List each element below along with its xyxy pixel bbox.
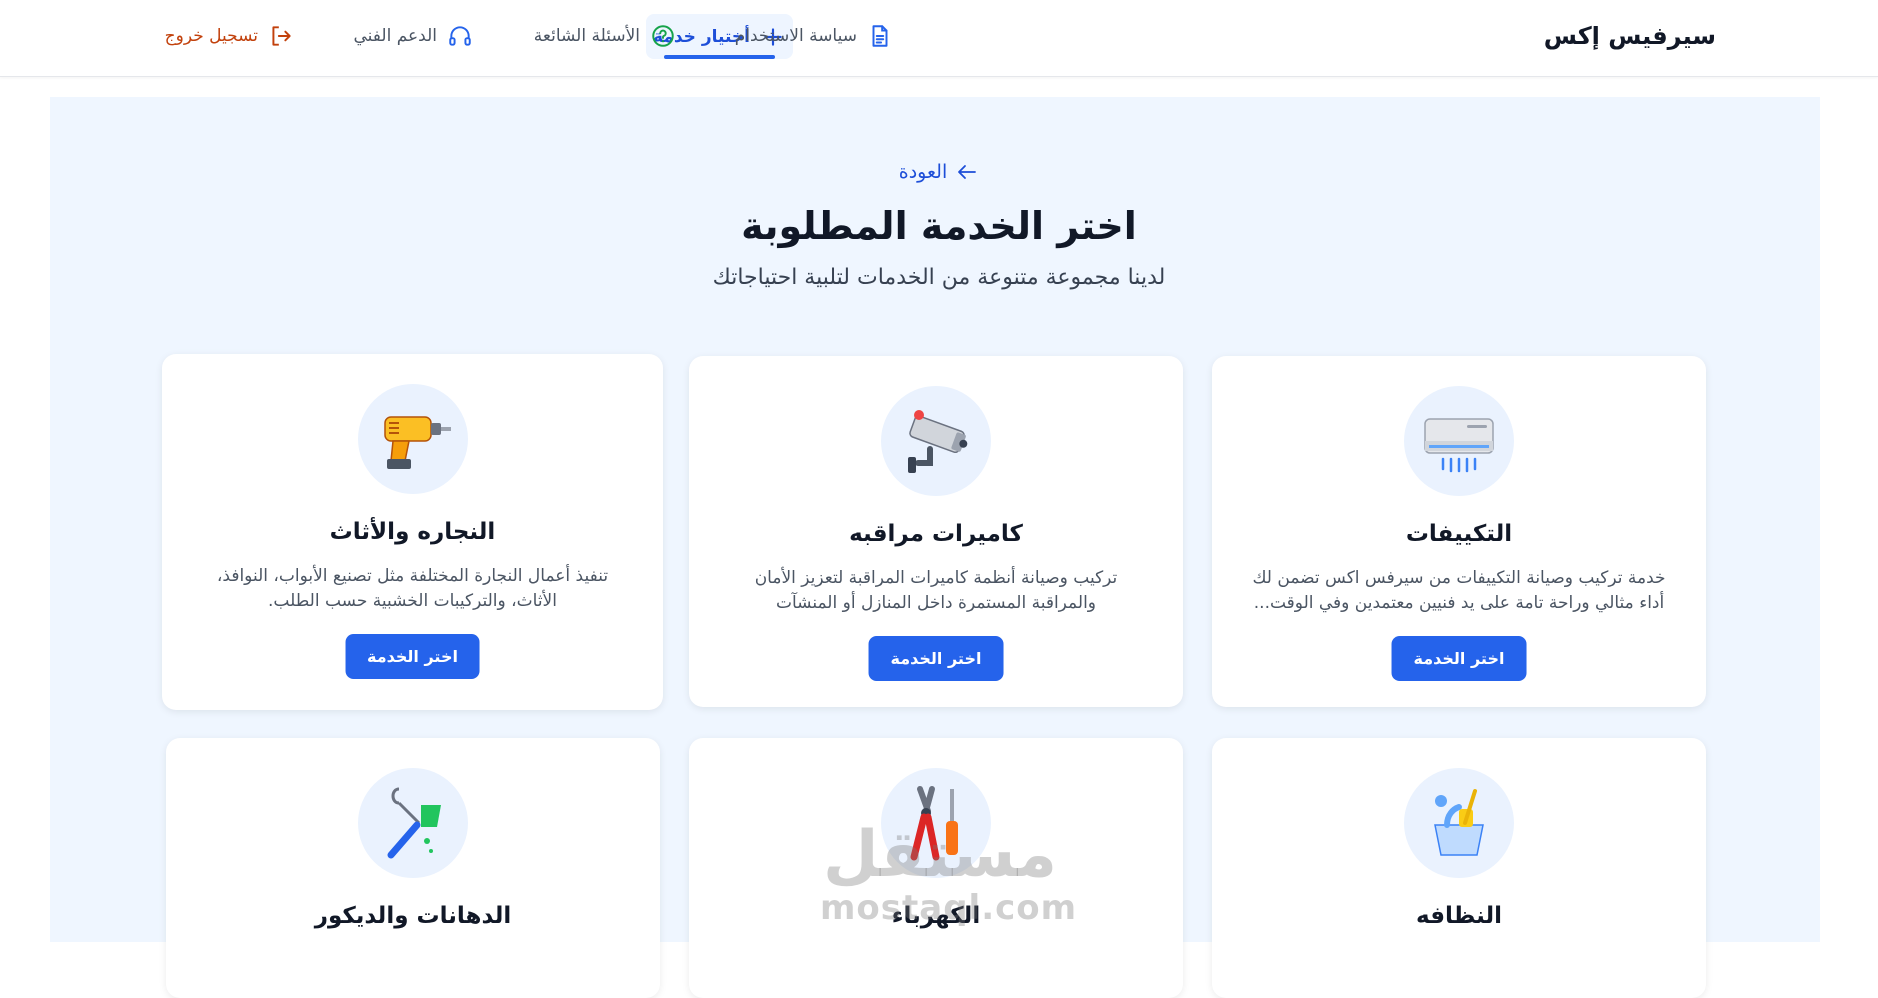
service-card-camera: كاميرات مراقبه تركيب وصيانة أنظمة كاميرا… [689, 356, 1183, 707]
brand-logo-text[interactable]: سيرفيس إكس [1544, 22, 1716, 50]
logout-icon [272, 26, 291, 46]
headphones-icon [449, 26, 471, 46]
service-title: الكهرباء [891, 903, 981, 929]
nav-support[interactable]: الدعم الفني [354, 14, 474, 58]
security-camera-icon [908, 410, 968, 473]
nav-support-label: الدعم الفني [353, 26, 438, 46]
choose-service-button[interactable]: اختر الخدمة [345, 634, 480, 679]
service-description: تركيب وصيانة أنظمة كاميرات المراقبة لتعز… [754, 568, 1118, 613]
pliers-screwdriver-icon [910, 786, 958, 861]
service-icon-circle [881, 386, 991, 496]
nav-faq[interactable]: الأسئلة الشائعة [534, 14, 676, 58]
service-description: تنفيذ أعمال النجارة المختلفة مثل تصنيع ا… [216, 566, 609, 611]
service-title: النجاره والأثاث [329, 519, 496, 545]
service-card-painting: الدهانات والديكور [166, 738, 660, 998]
nav-faq-label: الأسئلة الشائعة [533, 26, 640, 46]
logout-label: تسجيل خروج [164, 26, 258, 46]
service-icon-circle [357, 384, 468, 494]
service-card-ac: التكييفات خدمة تركيب وصيانة التكييفات من… [1212, 356, 1706, 707]
service-title: النظافه [1416, 903, 1502, 929]
cleaning-bucket-icon [1434, 789, 1484, 856]
service-card-electricity: الكهرباء [689, 738, 1183, 998]
service-icon-circle [1404, 386, 1514, 496]
top-navigation-bar: سيرفيس إكس أختيار خدمة سياسة الاستخدام ا… [0, 0, 1878, 77]
back-link[interactable]: العودة [0, 160, 1878, 184]
service-icon-circle [1404, 768, 1514, 878]
back-label: العودة [898, 161, 948, 183]
service-description: خدمة تركيب وصيانة التكييفات من سيرفس اكس… [1252, 568, 1666, 613]
arrow-left-icon [958, 165, 977, 179]
choose-service-button[interactable]: اختر الخدمة [1391, 636, 1527, 681]
choose-service-button[interactable]: اختر الخدمة [868, 636, 1004, 681]
page-title: اختر الخدمة المطلوبة [741, 204, 1137, 248]
logout-button[interactable]: تسجيل خروج [165, 14, 294, 58]
service-card-cleaning: النظافه [1212, 738, 1706, 998]
nav-usage-policy-label: سياسة الاستخدام [734, 26, 857, 46]
nav-usage-policy[interactable]: سياسة الاستخدام [735, 14, 893, 58]
document-icon [872, 25, 888, 47]
service-title: كاميرات مراقبه [849, 521, 1023, 547]
service-icon-circle [881, 768, 991, 878]
service-title: الدهانات والديكور [314, 903, 512, 929]
page-subtitle: لدينا مجموعة متنوعة من الخدمات لتلبية اح… [712, 265, 1166, 290]
question-circle-icon [652, 25, 674, 47]
paint-roller-icon [387, 787, 441, 859]
air-conditioner-icon [1424, 418, 1494, 473]
service-icon-circle [358, 768, 468, 878]
service-card-carpentry: النجاره والأثاث تنفيذ أعمال النجارة المخ… [162, 354, 663, 710]
service-title: التكييفات [1405, 521, 1513, 547]
power-drill-icon [383, 416, 451, 469]
